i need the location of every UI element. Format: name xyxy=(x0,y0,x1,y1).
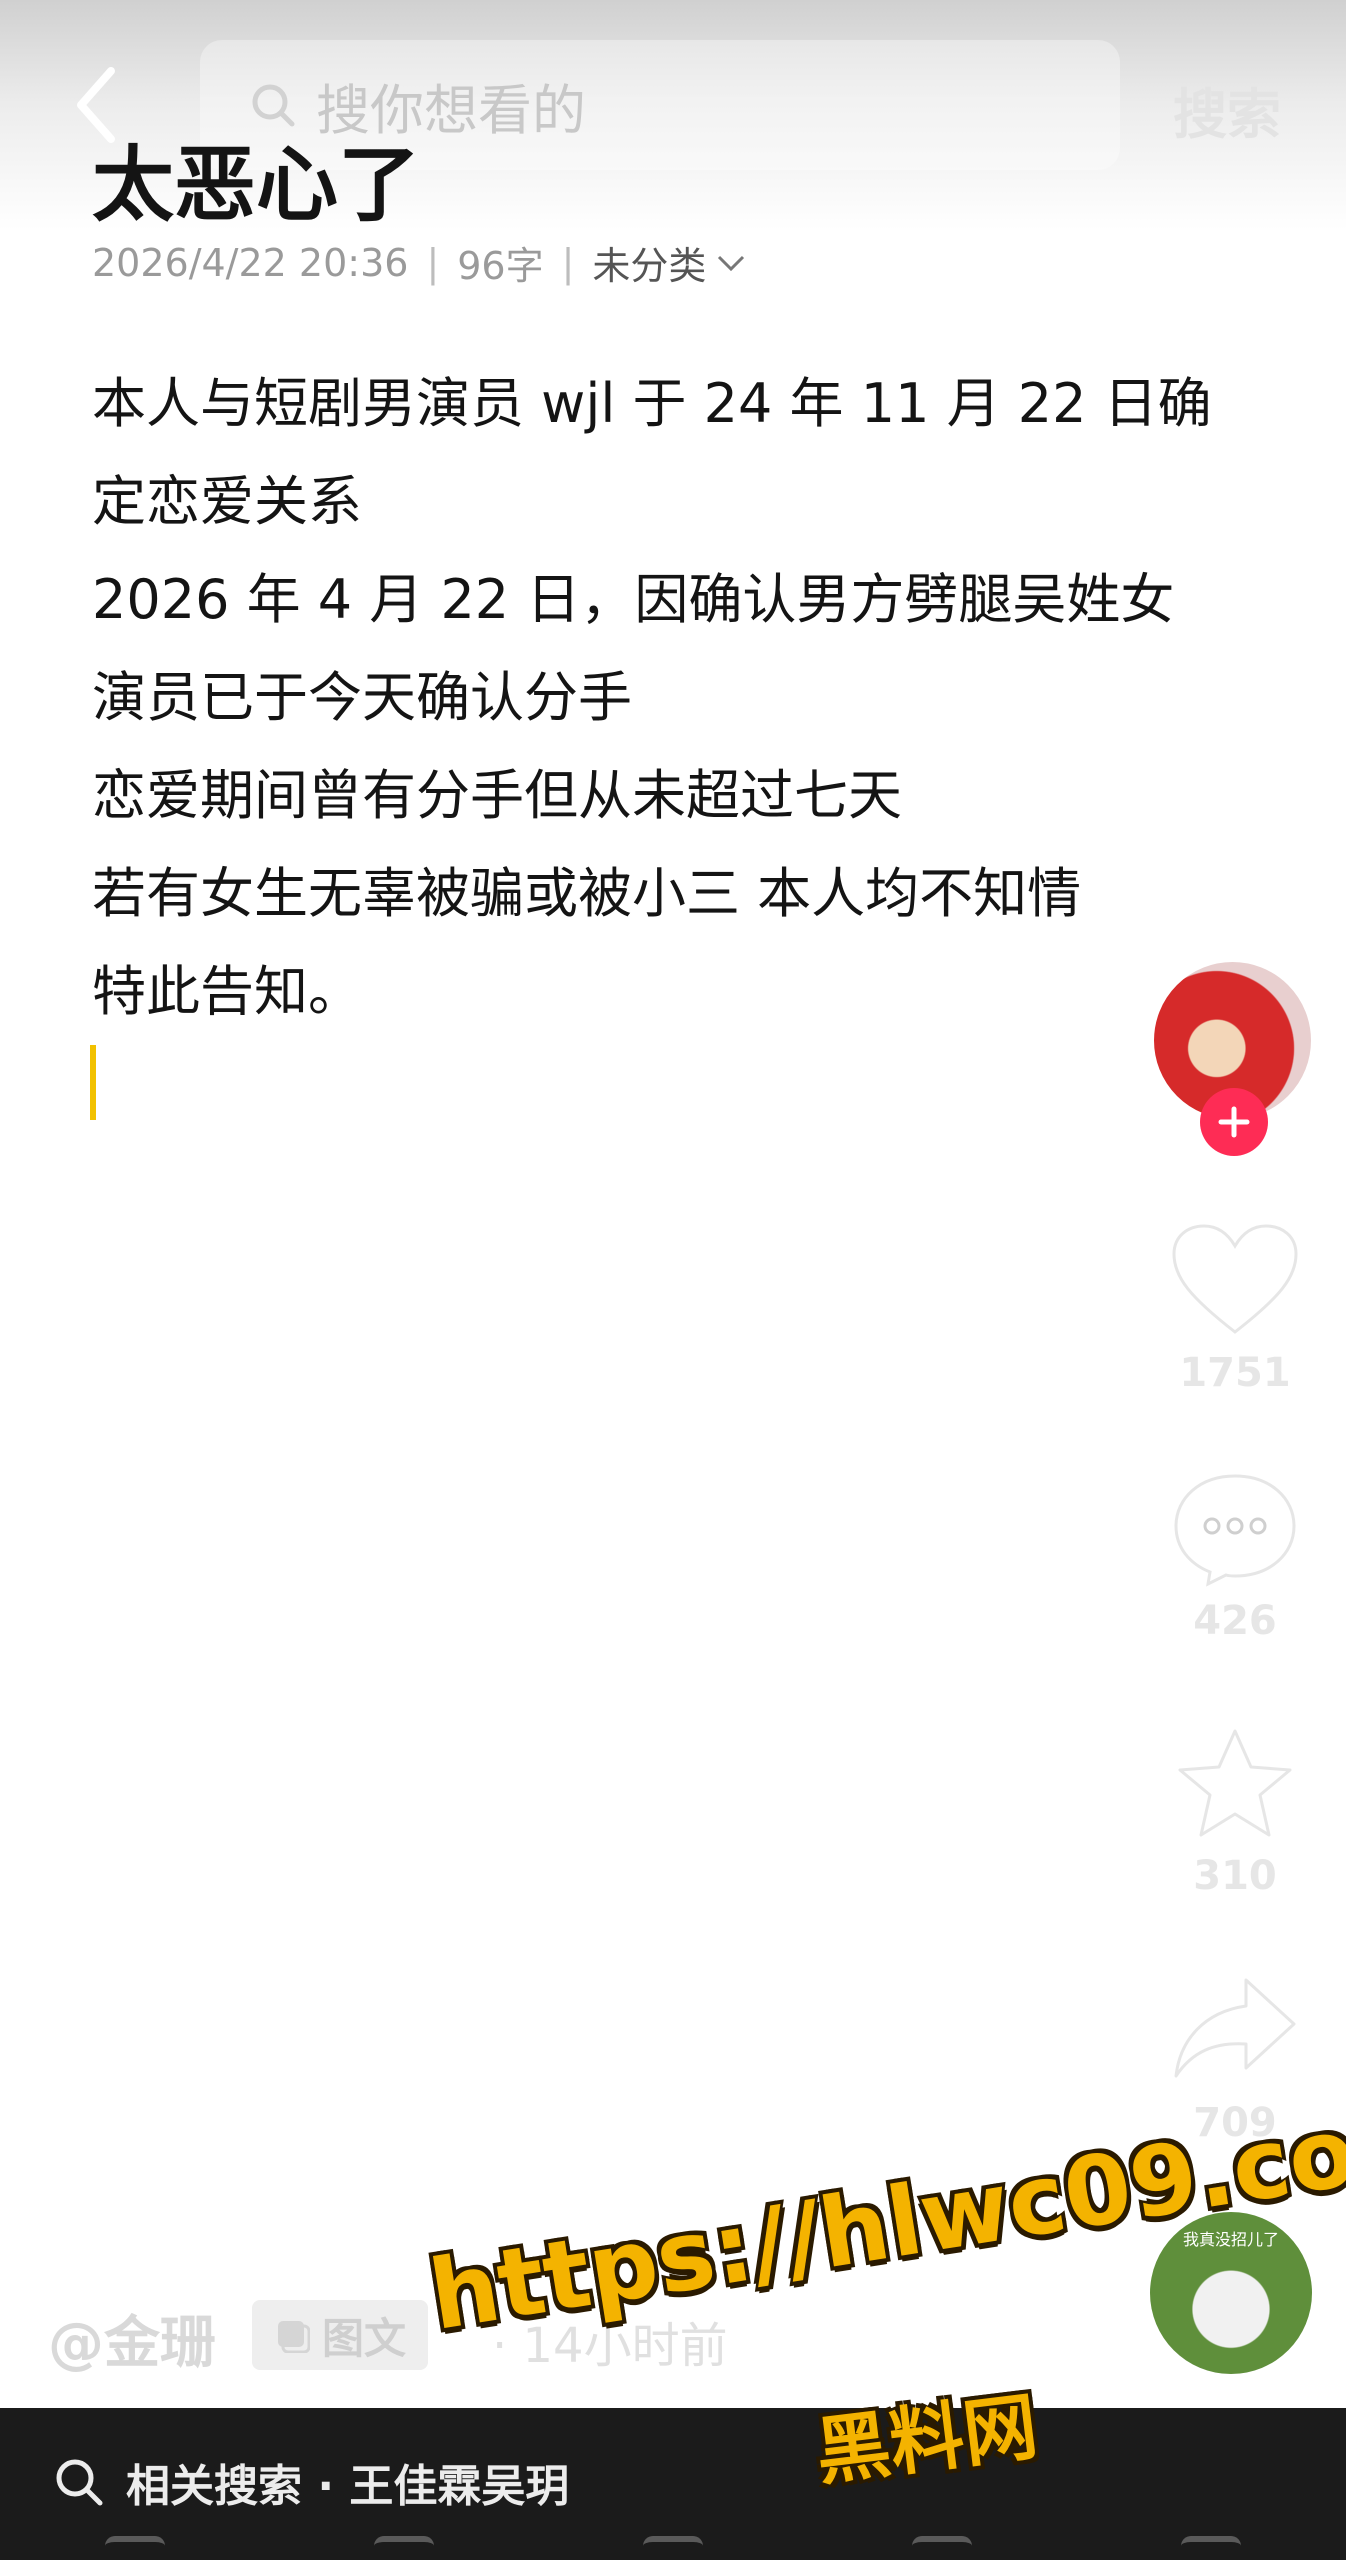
note-line: 本人与短剧男演员 wjl 于 24 年 11 月 22 日确 xyxy=(92,372,1212,435)
related-search-bar[interactable]: 相关搜索 · 王佳霖吴玥 xyxy=(54,2450,569,2514)
follow-button[interactable] xyxy=(1200,1088,1268,1156)
category-label: 未分类 xyxy=(592,244,707,288)
image-text-icon xyxy=(278,2321,310,2353)
note-line: 演员已于今天确认分手 xyxy=(92,666,632,729)
comment-button[interactable]: 426 xyxy=(1165,1470,1305,1644)
search-icon xyxy=(56,2459,103,2506)
related-search-label: 相关搜索 · 王佳霖吴玥 xyxy=(126,2461,570,2512)
nav-tab[interactable] xyxy=(642,2536,703,2560)
note-body[interactable]: 本人与短剧男演员 wjl 于 24 年 11 月 22 日确 定恋爱关系 202… xyxy=(92,355,1212,1041)
search-button[interactable]: 搜索 xyxy=(1173,70,1281,149)
nav-tab[interactable] xyxy=(373,2536,434,2560)
note-word-count: 96字 xyxy=(457,244,544,288)
comment-icon xyxy=(1174,1474,1296,1587)
plus-icon xyxy=(1218,1106,1250,1138)
nav-tab[interactable] xyxy=(1181,2536,1242,2560)
favorite-count: 310 xyxy=(1193,1853,1277,1899)
star-icon xyxy=(1178,1729,1292,1837)
post-type-label: 图文 xyxy=(322,2313,407,2363)
bottom-nav xyxy=(0,2536,1346,2560)
note-line: 若有女生无辜被骗或被小三 本人均不知情 xyxy=(92,862,1082,925)
category-dropdown[interactable]: 未分类 xyxy=(592,235,746,290)
post-type-badge: 图文 xyxy=(252,2300,429,2370)
meta-divider: | xyxy=(561,240,575,285)
note-line: 定恋爱关系 xyxy=(92,470,362,533)
text-caret xyxy=(90,1045,96,1120)
share-icon xyxy=(1174,1978,1296,2078)
comment-count: 426 xyxy=(1193,1598,1277,1644)
note-title: 太恶心了 xyxy=(92,138,421,233)
nav-tab[interactable] xyxy=(104,2536,165,2560)
author-name[interactable]: @金珊 xyxy=(48,2298,216,2379)
note-line: 恋爱期间曾有分手但从未超过七天 xyxy=(92,764,902,827)
note-date: 2026/4/22 20:36 xyxy=(92,240,409,285)
music-disc[interactable]: 我真没招儿了 xyxy=(1150,2212,1312,2374)
meta-divider: | xyxy=(426,240,440,285)
note-line: 2026 年 4 月 22 日，因确认男方劈腿吴姓女 xyxy=(92,568,1175,631)
favorite-button[interactable]: 310 xyxy=(1165,1725,1305,1899)
chevron-down-icon xyxy=(718,255,745,271)
note-meta: 2026/4/22 20:36 | 96字 | 未分类 xyxy=(92,235,746,290)
author-avatar-wrap xyxy=(1150,958,1315,1156)
like-button[interactable]: 1751 xyxy=(1165,1222,1305,1396)
nav-tab[interactable] xyxy=(912,2536,973,2560)
like-count: 1751 xyxy=(1179,1350,1291,1396)
note-line: 特此告知。 xyxy=(92,960,362,1023)
heart-icon xyxy=(1172,1224,1298,1334)
